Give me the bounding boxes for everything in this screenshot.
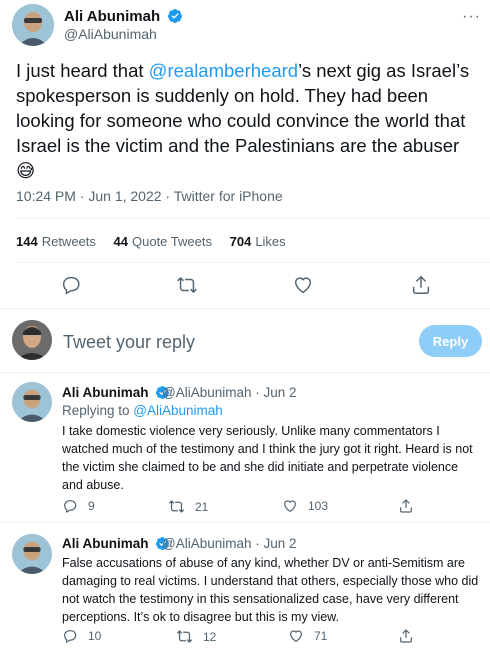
- like-count: 103: [308, 499, 329, 513]
- share-action[interactable]: [398, 498, 424, 514]
- divider: [0, 308, 490, 309]
- author-avatar[interactable]: [12, 534, 52, 574]
- tweet-text-part: I just heard that: [16, 60, 149, 81]
- retweet-count: 21: [195, 499, 209, 514]
- quotes-stat[interactable]: 44 Quote Tweets: [114, 234, 212, 249]
- reply-input[interactable]: Tweet your reply: [63, 332, 195, 353]
- like-icon: [284, 500, 296, 513]
- like-action[interactable]: 103: [282, 498, 328, 514]
- share-icon: [400, 629, 412, 643]
- mention-link[interactable]: @realamberheard: [149, 60, 298, 81]
- retweet-icon[interactable]: [176, 274, 198, 296]
- reply-button[interactable]: Reply: [419, 325, 482, 357]
- author-name[interactable]: Ali Abunimah: [64, 8, 183, 25]
- share-icon[interactable]: [410, 274, 432, 296]
- likes-label: Likes: [255, 234, 286, 249]
- like-count: 71: [314, 629, 328, 643]
- reply-handle-date[interactable]: @AliAbunimah · Jun 2: [162, 385, 297, 400]
- verified-badge-icon: [168, 9, 183, 23]
- retweet-action[interactable]: 21: [168, 498, 208, 515]
- reply-author-name-text: Ali Abunimah: [62, 385, 149, 400]
- quotes-label: Quote Tweets: [132, 234, 212, 249]
- reply-author-name[interactable]: Ali Abunimah: [62, 385, 170, 400]
- retweet-count: 12: [203, 629, 217, 644]
- reply-author-name[interactable]: Ali Abunimah: [62, 536, 170, 551]
- reply-icon[interactable]: [60, 274, 82, 296]
- reply-action[interactable]: 9: [62, 498, 95, 514]
- like-icon: [290, 630, 302, 643]
- retweet-icon: [168, 500, 185, 513]
- reply-text: False accusations of abuse of any kind, …: [62, 556, 479, 624]
- like-action[interactable]: 71: [288, 628, 327, 644]
- share-action[interactable]: [398, 628, 424, 644]
- tweet-text: I just heard that @realamberheard’s next…: [16, 58, 481, 183]
- retweet-action[interactable]: 12: [176, 628, 216, 645]
- reply-icon: [64, 500, 77, 514]
- like-icon[interactable]: [292, 274, 314, 296]
- more-options-icon[interactable]: ···: [462, 8, 481, 26]
- reply-tweet[interactable]: Ali Abunimah @AliAbunimah · Jun 2 False …: [0, 522, 490, 650]
- retweets-stat[interactable]: 144 Retweets: [16, 234, 96, 249]
- retweets-label: Retweets: [41, 234, 96, 249]
- reply-count: 9: [88, 499, 95, 513]
- reply-count: 10: [88, 629, 102, 643]
- reply-tweet[interactable]: Ali Abunimah @AliAbunimah · Jun 2 Replyi…: [0, 372, 490, 522]
- reply-author-name-text: Ali Abunimah: [62, 536, 149, 551]
- retweet-icon: [176, 630, 193, 643]
- retweets-count: 144: [16, 234, 38, 249]
- reply-handle-date[interactable]: @AliAbunimah · Jun 2: [162, 536, 297, 551]
- reply-icon: [64, 630, 77, 644]
- author-avatar[interactable]: [12, 382, 52, 422]
- reply-text: I take domestic violence very seriously.…: [62, 424, 473, 492]
- replying-to-link[interactable]: @AliAbunimah: [133, 403, 223, 418]
- author-handle[interactable]: @AliAbunimah: [64, 26, 157, 42]
- engagement-stats: 144 Retweets 44 Quote Tweets 704 Likes: [16, 234, 300, 249]
- tweet-timestamp[interactable]: 10:24 PM · Jun 1, 2022 · Twitter for iPh…: [16, 188, 283, 204]
- share-icon: [400, 499, 412, 513]
- replying-prefix: Replying to: [62, 403, 134, 418]
- sweat-smile-emoji: 😅: [16, 160, 36, 181]
- replying-to: Replying to @AliAbunimah: [62, 403, 223, 418]
- likes-stat[interactable]: 704 Likes: [230, 234, 286, 249]
- quotes-count: 44: [113, 234, 128, 249]
- author-avatar[interactable]: [12, 4, 54, 46]
- author-name-text: Ali Abunimah: [64, 8, 161, 25]
- reply-action[interactable]: 10: [62, 628, 101, 644]
- current-user-avatar[interactable]: [12, 320, 52, 360]
- divider: [16, 218, 490, 219]
- likes-count: 704: [229, 234, 252, 249]
- divider: [16, 262, 490, 263]
